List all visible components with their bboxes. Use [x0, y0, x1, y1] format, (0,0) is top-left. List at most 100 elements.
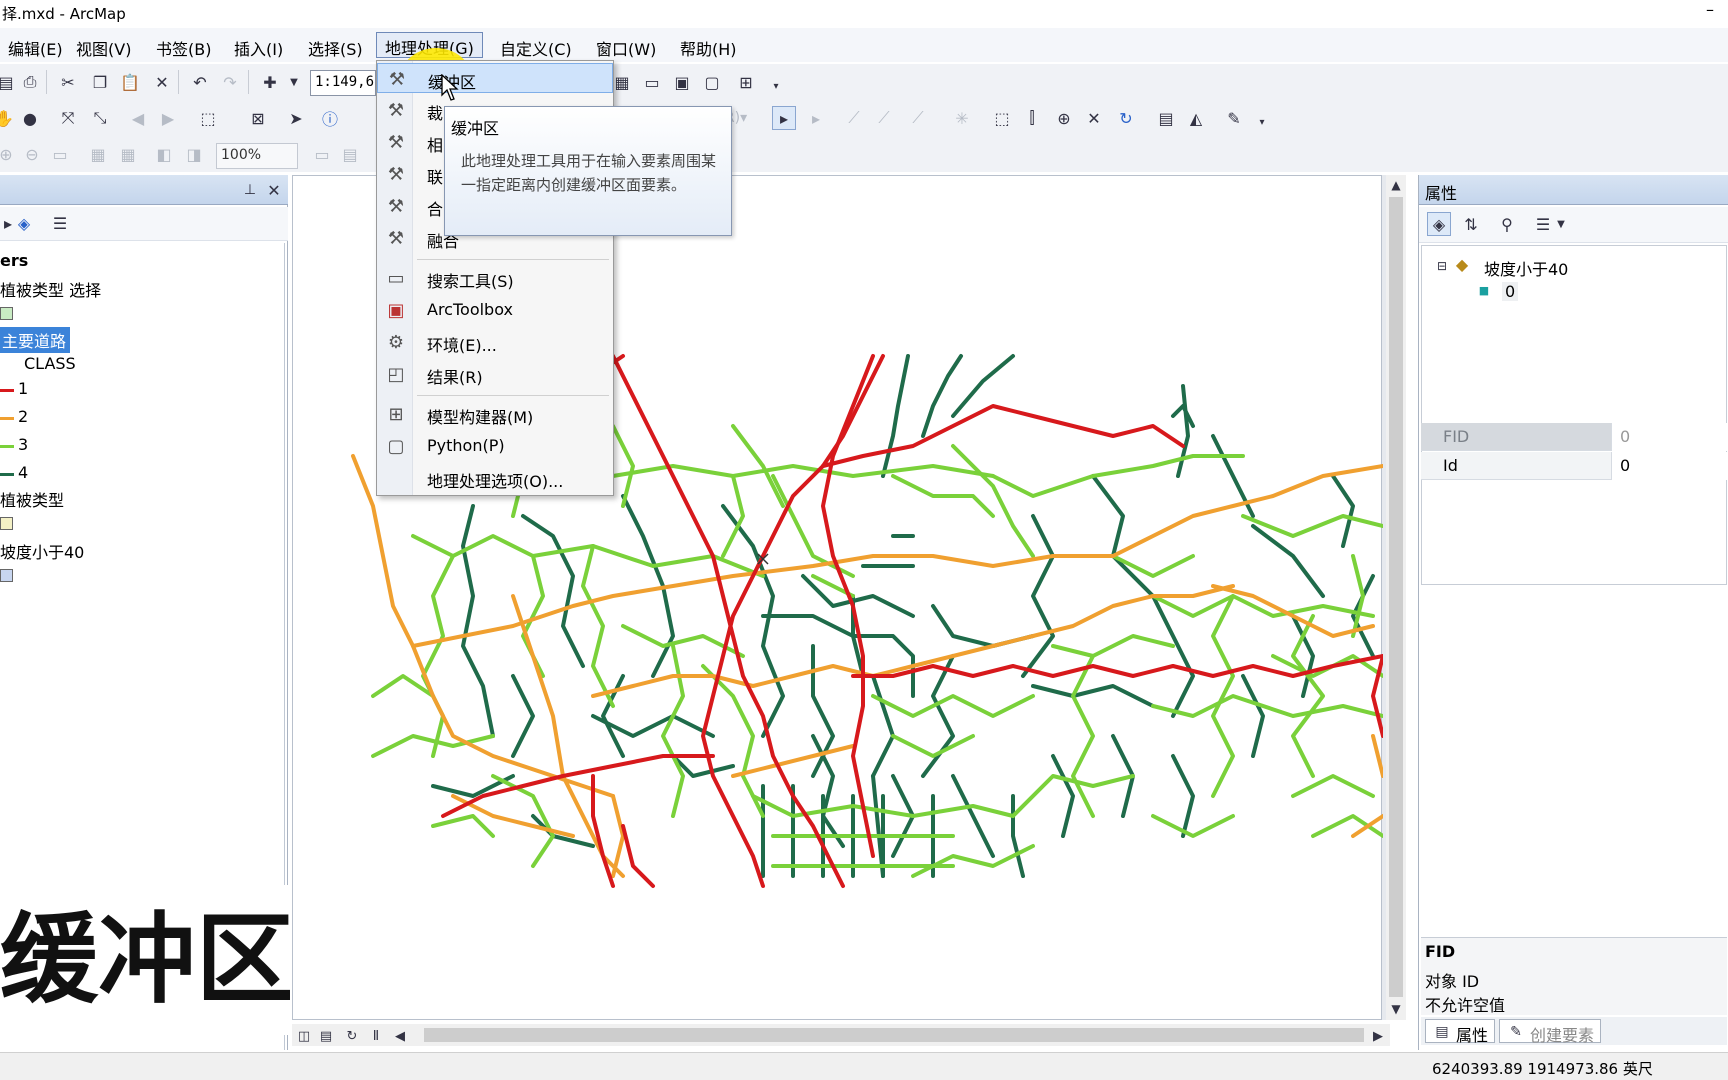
menu-help[interactable]: 帮助(H): [672, 34, 745, 60]
forward-extent-icon[interactable]: ▶: [156, 106, 180, 130]
model-builder-icon[interactable]: ⊞: [734, 70, 758, 94]
point-icon[interactable]: ✳: [950, 106, 974, 130]
map-vertical-scrollbar[interactable]: ▲ ▼: [1386, 175, 1406, 1020]
tab-attributes[interactable]: ▤ 属性: [1425, 1019, 1496, 1045]
pause-drawing-icon[interactable]: Ⅱ: [364, 1024, 388, 1048]
editor-overflow-icon[interactable]: ▾: [1250, 110, 1274, 134]
rotate-icon[interactable]: ↻: [1114, 106, 1138, 130]
zoom-100-icon[interactable]: ▦: [116, 142, 140, 166]
layout-zoom-out-icon[interactable]: ⊖: [20, 142, 44, 166]
data-view-icon[interactable]: ◫: [292, 1024, 316, 1048]
cut-icon[interactable]: ✂: [56, 70, 80, 94]
edit-annotation-icon[interactable]: ▸: [804, 106, 828, 130]
layout-zoom-combo[interactable]: 100%: [216, 143, 298, 169]
end-point-arc-icon[interactable]: ⟋: [872, 106, 896, 130]
layout-zoom-in-icon[interactable]: ⊕: [0, 142, 18, 166]
layout-pan-icon[interactable]: ▭: [48, 142, 72, 166]
straight-segment-icon[interactable]: ⟋: [842, 106, 866, 130]
show-relationships-icon[interactable]: ⚲: [1495, 212, 1519, 236]
menu-customize[interactable]: 自定义(C): [492, 34, 580, 60]
options-icon[interactable]: ☰: [48, 211, 72, 235]
menu-item-environments[interactable]: ⚙ 环境(E)...: [377, 327, 613, 357]
horizontal-scroll-thumb[interactable]: [424, 1028, 1364, 1042]
tree-feature-id[interactable]: 0: [1502, 282, 1519, 301]
vertical-scroll-thumb[interactable]: [1389, 197, 1403, 997]
map-scale-input[interactable]: 1:149,6: [310, 70, 376, 96]
focus-data-frame-icon[interactable]: ▤: [338, 142, 362, 166]
menu-item-results[interactable]: ◰ 结果(R): [377, 359, 613, 389]
copy-icon[interactable]: ❐: [88, 70, 112, 94]
cut-polygons-icon[interactable]: ⊕: [1052, 106, 1076, 130]
select-elements-icon[interactable]: ➤: [284, 106, 308, 130]
menu-window[interactable]: 窗口(W): [588, 34, 664, 60]
layer-slope-under-40[interactable]: 坡度小于40: [0, 539, 84, 563]
delete-icon[interactable]: ✕: [150, 70, 174, 94]
undo-icon[interactable]: ↶: [188, 70, 212, 94]
map-horizontal-scrollbar[interactable]: ◫ ▤ ↻ Ⅱ ◀ ▶: [292, 1024, 1390, 1046]
menu-selection[interactable]: 选择(S): [300, 34, 371, 60]
layer-vegetation-selection[interactable]: 植被类型 选择: [0, 277, 101, 301]
fixed-zoom-in-icon[interactable]: ⤧: [56, 106, 80, 130]
sort-ascending-icon[interactable]: ⇅: [1459, 212, 1483, 236]
menu-edit[interactable]: 编辑(E): [0, 34, 71, 60]
full-extent-icon[interactable]: ●: [18, 106, 42, 130]
toolbar-overflow-icon[interactable]: ▾: [764, 74, 788, 98]
python-window-icon[interactable]: ▢: [700, 70, 724, 94]
layer-main-roads[interactable]: 主要道路: [0, 327, 71, 353]
toolbox-icon[interactable]: ▣: [670, 70, 694, 94]
hammer-icon: ⚒: [387, 195, 405, 217]
layers-data-frame[interactable]: ers: [0, 251, 28, 270]
save-icon[interactable]: ▤: [0, 70, 18, 94]
menu-item-search-tools[interactable]: ▭ 搜索工具(S): [377, 263, 613, 293]
go-forward-extent-icon[interactable]: ◨: [182, 142, 206, 166]
edit-tool-icon[interactable]: ▸: [772, 106, 796, 130]
trace-icon[interactable]: ⟋: [906, 106, 930, 130]
show-layer-icon[interactable]: ◈: [1427, 212, 1451, 236]
zoom-whole-page-icon[interactable]: ▦: [86, 142, 110, 166]
sketch-properties-icon[interactable]: ◭: [1184, 106, 1208, 130]
menu-item-python[interactable]: ▢ Python(P): [377, 431, 613, 461]
menu-item-modelbuilder[interactable]: ⊞ 模型构建器(M): [377, 399, 613, 429]
refresh-icon[interactable]: ↻: [340, 1024, 364, 1048]
menu-item-arctoolbox[interactable]: ▣ ArcToolbox: [377, 295, 613, 325]
menu-item-geoprocessing-options[interactable]: 地理处理选项(O)...: [377, 463, 613, 493]
pan-icon[interactable]: ✋: [0, 106, 16, 130]
paste-icon[interactable]: 📋: [118, 70, 142, 94]
identify-icon[interactable]: ⓘ: [318, 106, 342, 130]
hammer-icon: ⚒: [387, 131, 405, 153]
add-data-dropdown-icon[interactable]: ▼: [282, 70, 306, 94]
clear-selection-icon[interactable]: ⊠: [246, 106, 270, 130]
fixed-zoom-out-icon[interactable]: ⤡: [88, 106, 112, 130]
list-by-source-icon[interactable]: ◈: [12, 211, 36, 235]
list-options-dropdown-icon[interactable]: ▼: [1549, 212, 1573, 236]
menu-view[interactable]: 视图(V): [68, 34, 139, 60]
create-features-icon[interactable]: ✎: [1222, 106, 1246, 130]
menu-insert[interactable]: 插入(I): [226, 34, 291, 60]
add-data-icon[interactable]: ✚: [258, 70, 282, 94]
tab-create-features[interactable]: ✎ 创建要素: [1499, 1019, 1602, 1045]
tree-layer-name[interactable]: 坡度小于40: [1484, 256, 1568, 280]
go-back-extent-icon[interactable]: ◧: [152, 142, 176, 166]
split-icon[interactable]: ✕: [1082, 106, 1106, 130]
toggle-draft-mode-icon[interactable]: ▭: [310, 142, 334, 166]
select-features-icon[interactable]: ⬚: [196, 106, 220, 130]
print-icon[interactable]: ⎙: [18, 70, 42, 94]
layout-view-icon[interactable]: ▤: [314, 1024, 338, 1048]
scroll-down-icon[interactable]: ▼: [1384, 997, 1408, 1021]
close-icon[interactable]: ✕: [262, 178, 286, 202]
redo-icon[interactable]: ↷: [218, 70, 242, 94]
menu-item-buffer[interactable]: ⚒ 缓冲区: [377, 63, 613, 93]
standard-toolbar: ▤ ⎙ ✂ ❐ 📋 ✕ ↶ ↷ ✚ ▼ ▦ ▭ ▣ ▢ ⊞ ▾: [0, 64, 1728, 100]
reshape-icon[interactable]: ⫿: [1020, 106, 1044, 130]
layer-vegetation[interactable]: 植被类型: [0, 487, 64, 511]
scroll-up-icon[interactable]: ▲: [1384, 173, 1408, 197]
minimize-button[interactable]: –: [1706, 0, 1714, 19]
scroll-left-icon[interactable]: ◀: [388, 1024, 412, 1048]
search-window-icon[interactable]: ▭: [640, 70, 664, 94]
back-extent-icon[interactable]: ◀: [126, 106, 150, 130]
attributes-icon[interactable]: ▤: [1154, 106, 1178, 130]
edit-vertices-icon[interactable]: ⬚: [990, 106, 1014, 130]
menu-bookmarks[interactable]: 书签(B): [148, 34, 219, 60]
scroll-right-icon[interactable]: ▶: [1366, 1024, 1390, 1048]
pin-icon[interactable]: ⊥: [238, 178, 262, 202]
